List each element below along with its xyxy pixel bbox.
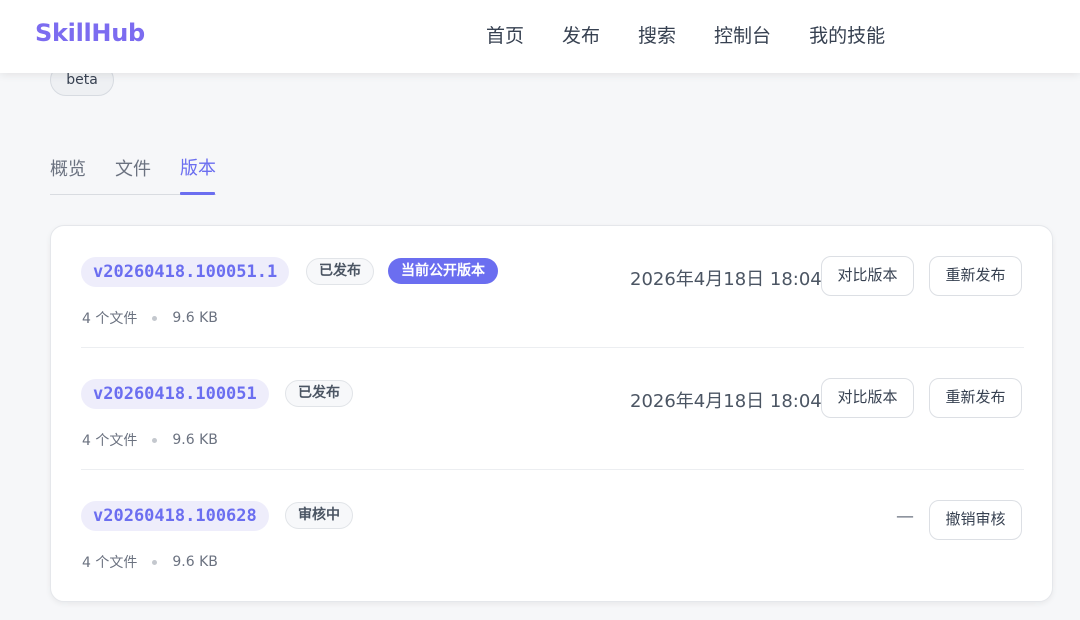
version-row: v20260418.100051.1 已发布 当前公开版本 4 个文件 9.6 … xyxy=(81,226,1024,348)
compare-version-button[interactable]: 对比版本 xyxy=(821,256,914,296)
separator-dot xyxy=(152,315,158,321)
withdraw-review-button[interactable]: 撤销审核 xyxy=(929,500,1022,540)
file-size: 9.6 KB xyxy=(172,432,218,448)
publish-date: 2026年4月18日 18:04 xyxy=(630,269,822,290)
tab-bar: 概览 文件 版本 xyxy=(50,150,216,195)
status-badge: 已发布 xyxy=(306,258,374,285)
no-date-placeholder: — xyxy=(896,506,914,527)
top-header: SkillHub 首页 发布 搜索 控制台 我的技能 xyxy=(0,0,1080,73)
nav-my-skills[interactable]: 我的技能 xyxy=(809,21,885,48)
version-meta: 4 个文件 9.6 KB xyxy=(82,308,218,328)
status-badge: 已发布 xyxy=(285,380,353,407)
versions-card: v20260418.100051.1 已发布 当前公开版本 4 个文件 9.6 … xyxy=(50,225,1053,602)
file-size: 9.6 KB xyxy=(172,554,218,570)
version-number[interactable]: v20260418.100051.1 xyxy=(81,257,290,287)
tab-overview[interactable]: 概览 xyxy=(50,155,86,181)
version-meta: 4 个文件 9.6 KB xyxy=(82,430,218,450)
nav-home[interactable]: 首页 xyxy=(486,21,524,48)
active-tab-indicator xyxy=(180,192,215,195)
nav-search[interactable]: 搜索 xyxy=(638,21,676,48)
tab-files[interactable]: 文件 xyxy=(115,155,151,181)
version-number[interactable]: v20260418.100628 xyxy=(81,501,269,531)
separator-dot xyxy=(152,559,158,565)
file-count: 4 个文件 xyxy=(82,555,138,571)
separator-dot xyxy=(152,437,158,443)
current-public-badge: 当前公开版本 xyxy=(388,258,498,284)
compare-version-button[interactable]: 对比版本 xyxy=(821,378,914,418)
publish-date: 2026年4月18日 18:04 xyxy=(630,391,822,412)
republish-button[interactable]: 重新发布 xyxy=(929,256,1022,296)
version-row: v20260418.100628 审核中 4 个文件 9.6 KB — 撤销审核 xyxy=(81,470,1024,592)
version-meta: 4 个文件 9.6 KB xyxy=(82,552,218,572)
file-count: 4 个文件 xyxy=(82,433,138,449)
status-badge: 审核中 xyxy=(285,502,353,529)
republish-button[interactable]: 重新发布 xyxy=(929,378,1022,418)
version-number[interactable]: v20260418.100051 xyxy=(81,379,269,409)
file-count: 4 个文件 xyxy=(82,311,138,327)
nav-publish[interactable]: 发布 xyxy=(562,21,600,48)
file-size: 9.6 KB xyxy=(172,310,218,326)
tab-versions[interactable]: 版本 xyxy=(180,154,216,180)
version-row: v20260418.100051 已发布 4 个文件 9.6 KB 2026年4… xyxy=(81,348,1024,470)
main-nav: 首页 发布 搜索 控制台 我的技能 xyxy=(486,21,923,48)
logo[interactable]: SkillHub xyxy=(35,19,145,47)
nav-console[interactable]: 控制台 xyxy=(714,21,771,48)
